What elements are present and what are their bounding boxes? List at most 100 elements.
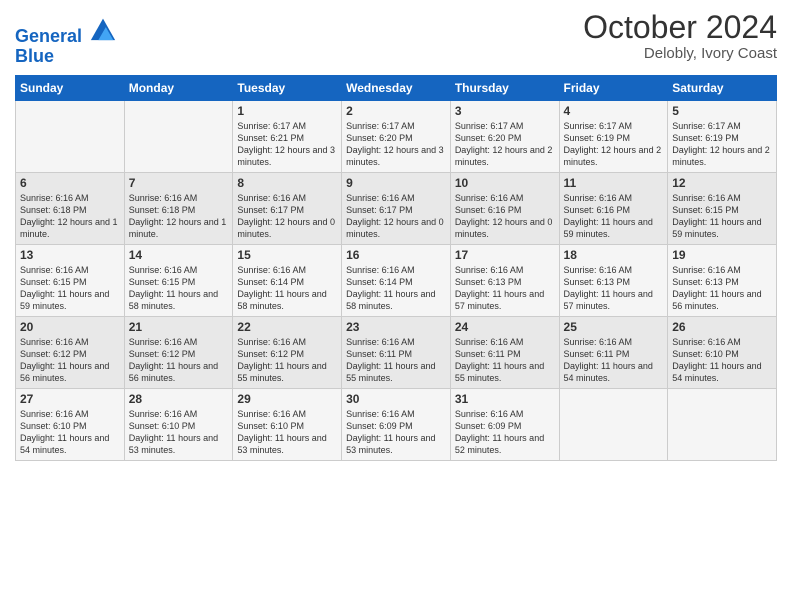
day-content: Sunrise: 6:16 AM Sunset: 6:13 PM Dayligh… — [455, 264, 555, 313]
calendar-cell — [16, 100, 125, 172]
day-number: 3 — [455, 104, 555, 118]
week-row-1: 6Sunrise: 6:16 AM Sunset: 6:18 PM Daylig… — [16, 172, 777, 244]
calendar-cell: 4 Sunrise: 6:17 AM Sunset: 6:19 PM Daylig… — [559, 100, 668, 172]
day-number: 23 — [346, 320, 446, 334]
calendar-cell: 23Sunrise: 6:16 AM Sunset: 6:11 PM Dayli… — [342, 316, 451, 388]
calendar-cell: 15 Sunrise: 6:16 AM Sunset: 6:14 PM Dayli… — [233, 244, 342, 316]
page-container: General Blue October 2024 Delobly, Ivory… — [0, 0, 792, 471]
day-header-friday: Friday — [559, 75, 668, 100]
day-number: 9 — [346, 176, 446, 190]
calendar-cell: 22 Sunrise: 6:16 AM Sunset: 6:12 PM Dayli… — [233, 316, 342, 388]
day-number: 11 — [564, 176, 664, 190]
header: General Blue October 2024 Delobly, Ivory… — [15, 10, 777, 67]
day-number: 15 — [237, 248, 337, 262]
calendar-cell: 18 Sunrise: 6:16 AM Sunset: 6:13 PM Dayli… — [559, 244, 668, 316]
calendar-cell — [668, 388, 777, 460]
day-number: 26 — [672, 320, 772, 334]
day-number: 22 — [237, 320, 337, 334]
week-row-0: 1 Sunrise: 6:17 AM Sunset: 6:21 PM Daylig… — [16, 100, 777, 172]
title-area: October 2024 Delobly, Ivory Coast — [583, 10, 777, 62]
calendar-cell: 21 Sunrise: 6:16 AM Sunset: 6:12 PM Dayli… — [124, 316, 233, 388]
day-content: Sunrise: 6:16 AM Sunset: 6:09 PM Dayligh… — [455, 408, 555, 457]
day-number: 8 — [237, 176, 337, 190]
day-number: 7 — [129, 176, 229, 190]
calendar-cell: 1 Sunrise: 6:17 AM Sunset: 6:21 PM Daylig… — [233, 100, 342, 172]
day-number: 5 — [672, 104, 772, 118]
day-number: 14 — [129, 248, 229, 262]
day-number: 16 — [346, 248, 446, 262]
day-content: Sunrise: 6:16 AM Sunset: 6:10 PM Dayligh… — [20, 408, 120, 457]
calendar-cell — [559, 388, 668, 460]
week-row-4: 27Sunrise: 6:16 AM Sunset: 6:10 PM Dayli… — [16, 388, 777, 460]
calendar-cell: 31Sunrise: 6:16 AM Sunset: 6:09 PM Dayli… — [450, 388, 559, 460]
calendar-cell: 12 Sunrise: 6:16 AM Sunset: 6:15 PM Dayli… — [668, 172, 777, 244]
day-content: Sunrise: 6:16 AM Sunset: 6:16 PM Dayligh… — [564, 192, 664, 241]
calendar-cell: 16Sunrise: 6:16 AM Sunset: 6:14 PM Dayli… — [342, 244, 451, 316]
day-content: Sunrise: 6:17 AM Sunset: 6:20 PM Dayligh… — [455, 120, 555, 169]
calendar-cell: 29 Sunrise: 6:16 AM Sunset: 6:10 PM Dayli… — [233, 388, 342, 460]
calendar-cell: 27Sunrise: 6:16 AM Sunset: 6:10 PM Dayli… — [16, 388, 125, 460]
day-content: Sunrise: 6:16 AM Sunset: 6:15 PM Dayligh… — [20, 264, 120, 313]
day-content: Sunrise: 6:16 AM Sunset: 6:18 PM Dayligh… — [129, 192, 229, 241]
day-content: Sunrise: 6:16 AM Sunset: 6:10 PM Dayligh… — [237, 408, 337, 457]
day-number: 18 — [564, 248, 664, 262]
day-number: 20 — [20, 320, 120, 334]
day-number: 21 — [129, 320, 229, 334]
calendar-cell: 6Sunrise: 6:16 AM Sunset: 6:18 PM Daylig… — [16, 172, 125, 244]
day-number: 1 — [237, 104, 337, 118]
day-number: 17 — [455, 248, 555, 262]
day-number: 10 — [455, 176, 555, 190]
day-content: Sunrise: 6:16 AM Sunset: 6:16 PM Dayligh… — [455, 192, 555, 241]
day-number: 28 — [129, 392, 229, 406]
day-header-saturday: Saturday — [668, 75, 777, 100]
day-content: Sunrise: 6:16 AM Sunset: 6:15 PM Dayligh… — [672, 192, 772, 241]
day-number: 12 — [672, 176, 772, 190]
day-number: 24 — [455, 320, 555, 334]
day-content: Sunrise: 6:16 AM Sunset: 6:13 PM Dayligh… — [564, 264, 664, 313]
day-number: 29 — [237, 392, 337, 406]
day-number: 19 — [672, 248, 772, 262]
day-number: 13 — [20, 248, 120, 262]
calendar-cell: 7 Sunrise: 6:16 AM Sunset: 6:18 PM Daylig… — [124, 172, 233, 244]
calendar-cell: 28 Sunrise: 6:16 AM Sunset: 6:10 PM Dayli… — [124, 388, 233, 460]
calendar-cell: 11 Sunrise: 6:16 AM Sunset: 6:16 PM Dayli… — [559, 172, 668, 244]
calendar-cell: 17 Sunrise: 6:16 AM Sunset: 6:13 PM Dayli… — [450, 244, 559, 316]
day-content: Sunrise: 6:17 AM Sunset: 6:19 PM Dayligh… — [672, 120, 772, 169]
header-row: SundayMondayTuesdayWednesdayThursdayFrid… — [16, 75, 777, 100]
calendar-cell: 20 Sunrise: 6:16 AM Sunset: 6:12 PM Dayli… — [16, 316, 125, 388]
day-number: 25 — [564, 320, 664, 334]
day-number: 30 — [346, 392, 446, 406]
day-content: Sunrise: 6:16 AM Sunset: 6:11 PM Dayligh… — [564, 336, 664, 385]
day-content: Sunrise: 6:17 AM Sunset: 6:20 PM Dayligh… — [346, 120, 446, 169]
day-content: Sunrise: 6:16 AM Sunset: 6:14 PM Dayligh… — [237, 264, 337, 313]
day-content: Sunrise: 6:17 AM Sunset: 6:21 PM Dayligh… — [237, 120, 337, 169]
calendar-cell: 10 Sunrise: 6:16 AM Sunset: 6:16 PM Dayli… — [450, 172, 559, 244]
day-content: Sunrise: 6:16 AM Sunset: 6:12 PM Dayligh… — [129, 336, 229, 385]
day-content: Sunrise: 6:16 AM Sunset: 6:18 PM Dayligh… — [20, 192, 120, 241]
day-number: 2 — [346, 104, 446, 118]
calendar-cell: 24 Sunrise: 6:16 AM Sunset: 6:11 PM Dayli… — [450, 316, 559, 388]
month-title: October 2024 — [583, 10, 777, 45]
day-content: Sunrise: 6:16 AM Sunset: 6:10 PM Dayligh… — [672, 336, 772, 385]
day-content: Sunrise: 6:16 AM Sunset: 6:11 PM Dayligh… — [455, 336, 555, 385]
week-row-2: 13 Sunrise: 6:16 AM Sunset: 6:15 PM Dayli… — [16, 244, 777, 316]
day-content: Sunrise: 6:16 AM Sunset: 6:10 PM Dayligh… — [129, 408, 229, 457]
day-content: Sunrise: 6:16 AM Sunset: 6:12 PM Dayligh… — [237, 336, 337, 385]
day-header-wednesday: Wednesday — [342, 75, 451, 100]
calendar-cell: 9 Sunrise: 6:16 AM Sunset: 6:17 PM Daylig… — [342, 172, 451, 244]
day-content: Sunrise: 6:16 AM Sunset: 6:12 PM Dayligh… — [20, 336, 120, 385]
day-content: Sunrise: 6:16 AM Sunset: 6:09 PM Dayligh… — [346, 408, 446, 457]
calendar-cell — [124, 100, 233, 172]
day-content: Sunrise: 6:16 AM Sunset: 6:17 PM Dayligh… — [346, 192, 446, 241]
logo: General Blue — [15, 14, 117, 67]
day-header-sunday: Sunday — [16, 75, 125, 100]
day-header-tuesday: Tuesday — [233, 75, 342, 100]
calendar-cell: 13 Sunrise: 6:16 AM Sunset: 6:15 PM Dayli… — [16, 244, 125, 316]
day-content: Sunrise: 6:16 AM Sunset: 6:15 PM Dayligh… — [129, 264, 229, 313]
day-content: Sunrise: 6:17 AM Sunset: 6:19 PM Dayligh… — [564, 120, 664, 169]
day-header-monday: Monday — [124, 75, 233, 100]
calendar-cell: 25 Sunrise: 6:16 AM Sunset: 6:11 PM Dayli… — [559, 316, 668, 388]
day-number: 4 — [564, 104, 664, 118]
calendar-cell: 14 Sunrise: 6:16 AM Sunset: 6:15 PM Dayli… — [124, 244, 233, 316]
location-title: Delobly, Ivory Coast — [583, 45, 777, 62]
